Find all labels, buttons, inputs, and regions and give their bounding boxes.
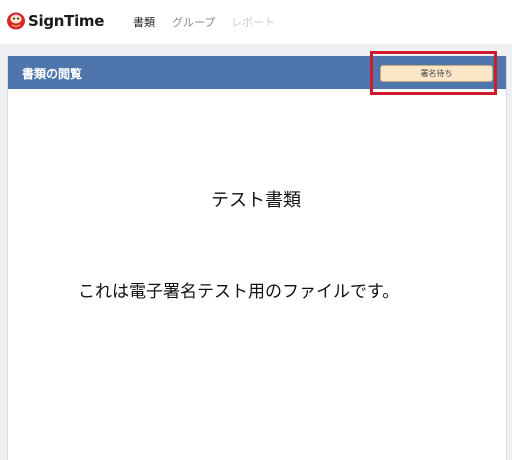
document-viewer-panel: 書類の閲覧 署名待ち xyxy=(7,56,507,460)
daruma-logo-icon[interactable] xyxy=(6,10,26,30)
document-title: テスト書類 xyxy=(211,190,301,211)
top-navigation-bar: SignTime 書類 グループ レポート xyxy=(0,0,512,44)
document-body-text: これは電子署名テスト用のファイルです。 xyxy=(78,282,400,302)
highlight-annotation-box xyxy=(370,51,497,95)
app-brand-name[interactable]: SignTime xyxy=(28,12,104,30)
panel-title: 書類の閲覧 xyxy=(22,67,83,81)
nav-documents[interactable]: 書類 xyxy=(133,14,155,30)
nav-groups[interactable]: グループ xyxy=(172,14,215,30)
nav-reports[interactable]: レポート xyxy=(231,14,275,30)
